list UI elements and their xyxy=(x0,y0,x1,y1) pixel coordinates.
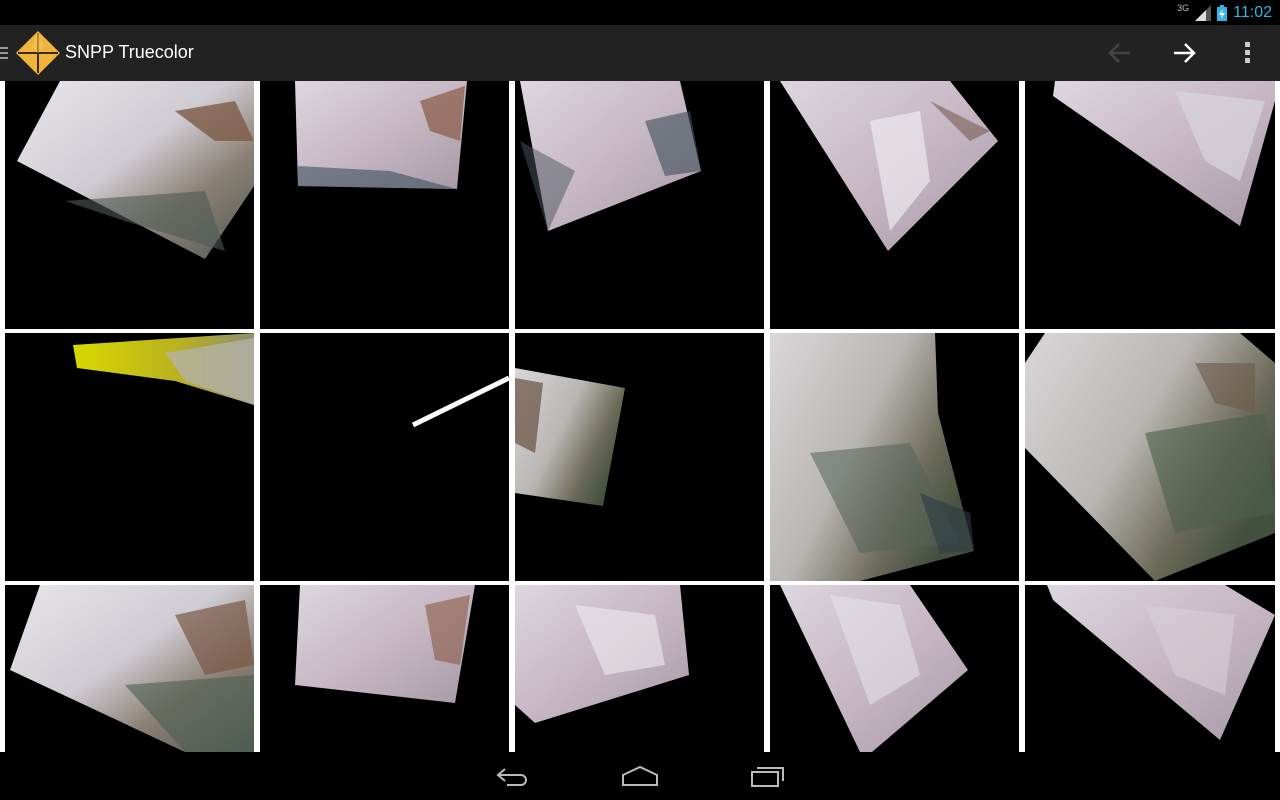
satellite-image xyxy=(780,585,968,752)
nav-back-button[interactable] xyxy=(488,760,536,792)
thumbnail-tile[interactable] xyxy=(1025,585,1275,752)
satellite-image xyxy=(1053,81,1275,226)
status-clock: 11:02 xyxy=(1233,3,1272,21)
satellite-image xyxy=(17,81,254,259)
satellite-image xyxy=(520,81,701,231)
app-title: SNPP Truecolor xyxy=(65,42,194,62)
satellite-image xyxy=(10,585,254,752)
satellite-image xyxy=(1047,585,1275,740)
nav-recents-button[interactable] xyxy=(744,760,792,792)
compass-star-icon[interactable] xyxy=(14,29,62,77)
thumbnail-tile[interactable] xyxy=(5,585,254,752)
thumbnail-tile[interactable] xyxy=(260,333,509,581)
nav-home-button[interactable] xyxy=(616,760,664,792)
thumbnail-tile[interactable] xyxy=(5,333,254,581)
nav-home-icon xyxy=(622,765,658,786)
satellite-image xyxy=(515,368,625,506)
thumbnail-tile[interactable] xyxy=(5,81,254,329)
battery-charging-icon xyxy=(1217,4,1228,21)
satellite-image xyxy=(295,81,467,189)
arrow-left-icon xyxy=(1108,43,1130,63)
action-bar: SNPP Truecolor xyxy=(0,25,1280,81)
satellite-image xyxy=(73,333,254,405)
thumbnail-tile[interactable] xyxy=(1025,81,1275,329)
signal-strength-icon xyxy=(1195,4,1212,21)
thumbnail-tile[interactable] xyxy=(515,585,764,752)
thumbnail-tile[interactable] xyxy=(260,585,509,752)
thumbnail-tile[interactable] xyxy=(770,81,1019,329)
nav-recents-icon xyxy=(751,767,784,787)
thumbnail-tile[interactable] xyxy=(515,333,764,581)
satellite-image xyxy=(411,375,509,428)
satellite-image xyxy=(780,81,998,251)
thumbnail-tile[interactable] xyxy=(515,81,764,329)
satellite-image xyxy=(295,585,475,703)
navigation-bar xyxy=(0,752,1280,800)
previous-button[interactable] xyxy=(1100,33,1140,73)
status-icons: 3G 11:02 xyxy=(1177,0,1272,25)
drawer-indicator-icon[interactable] xyxy=(0,45,9,61)
thumbnail-tile[interactable] xyxy=(260,81,509,329)
thumbnail-tile[interactable] xyxy=(1025,333,1275,581)
status-bar: 3G 11:02 xyxy=(0,0,1280,25)
thumbnail-grid xyxy=(0,81,1280,752)
overflow-menu-button[interactable] xyxy=(1228,33,1268,73)
next-button[interactable] xyxy=(1164,33,1204,73)
network-type-label: 3G xyxy=(1177,2,1190,13)
overflow-menu-icon xyxy=(1245,42,1250,63)
satellite-image xyxy=(515,585,689,723)
thumbnail-tile[interactable] xyxy=(770,333,1019,581)
nav-back-icon xyxy=(496,768,527,786)
thumbnail-tile[interactable] xyxy=(770,585,1019,752)
satellite-image xyxy=(1025,333,1275,581)
arrow-right-icon xyxy=(1174,43,1196,63)
satellite-image xyxy=(770,333,974,581)
